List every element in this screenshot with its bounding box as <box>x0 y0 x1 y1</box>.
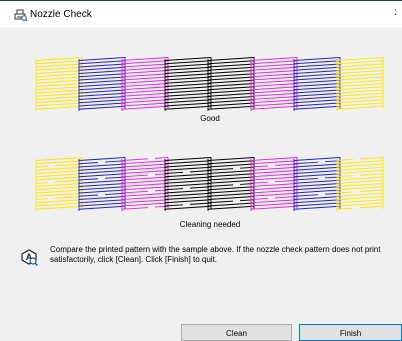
cleaning-needed-block-7 <box>293 157 341 211</box>
nozzle-check-window: Nozzle Check : Good Cleaning needed A Co… <box>0 0 402 341</box>
printer-magnify-icon: A <box>21 249 38 266</box>
good-caption: Good <box>200 114 220 123</box>
cleaning-needed-caption: Cleaning needed <box>179 220 241 229</box>
good-block-2 <box>78 57 126 111</box>
instruction-text: Compare the printed pattern with the sam… <box>50 245 402 265</box>
cleaning-needed-block-5 <box>207 157 255 211</box>
cleaning-needed-block-3 <box>121 157 169 211</box>
good-block-7 <box>293 57 341 111</box>
good-block-5 <box>207 57 255 111</box>
finish-button[interactable]: Finish <box>299 324 402 341</box>
cleaning-needed-pattern-sample <box>35 157 384 211</box>
cleaning-needed-block-4 <box>164 157 212 211</box>
title-bar[interactable]: Nozzle Check : <box>0 1 402 27</box>
good-pattern-sample <box>35 57 384 111</box>
good-block-8 <box>336 57 384 111</box>
instruction-line-1: Compare the printed pattern with the sam… <box>50 245 381 254</box>
window-title: Nozzle Check <box>30 9 92 20</box>
cleaning-needed-block-2 <box>78 157 126 211</box>
good-block-3 <box>121 57 169 111</box>
printer-check-icon <box>14 9 27 21</box>
good-block-4 <box>164 57 212 111</box>
cleaning-needed-block-1 <box>35 157 83 211</box>
close-button[interactable]: : <box>394 7 402 21</box>
cleaning-needed-block-8 <box>336 157 384 211</box>
dialog-content: Good Cleaning needed A Compare the print… <box>0 27 402 341</box>
instruction-line-2: satisfactorily, click [Clean]. Click [Fi… <box>50 255 218 264</box>
good-block-1 <box>35 57 83 111</box>
good-block-6 <box>250 57 298 111</box>
clean-button[interactable]: Clean <box>181 324 292 341</box>
cleaning-needed-block-6 <box>250 157 298 211</box>
